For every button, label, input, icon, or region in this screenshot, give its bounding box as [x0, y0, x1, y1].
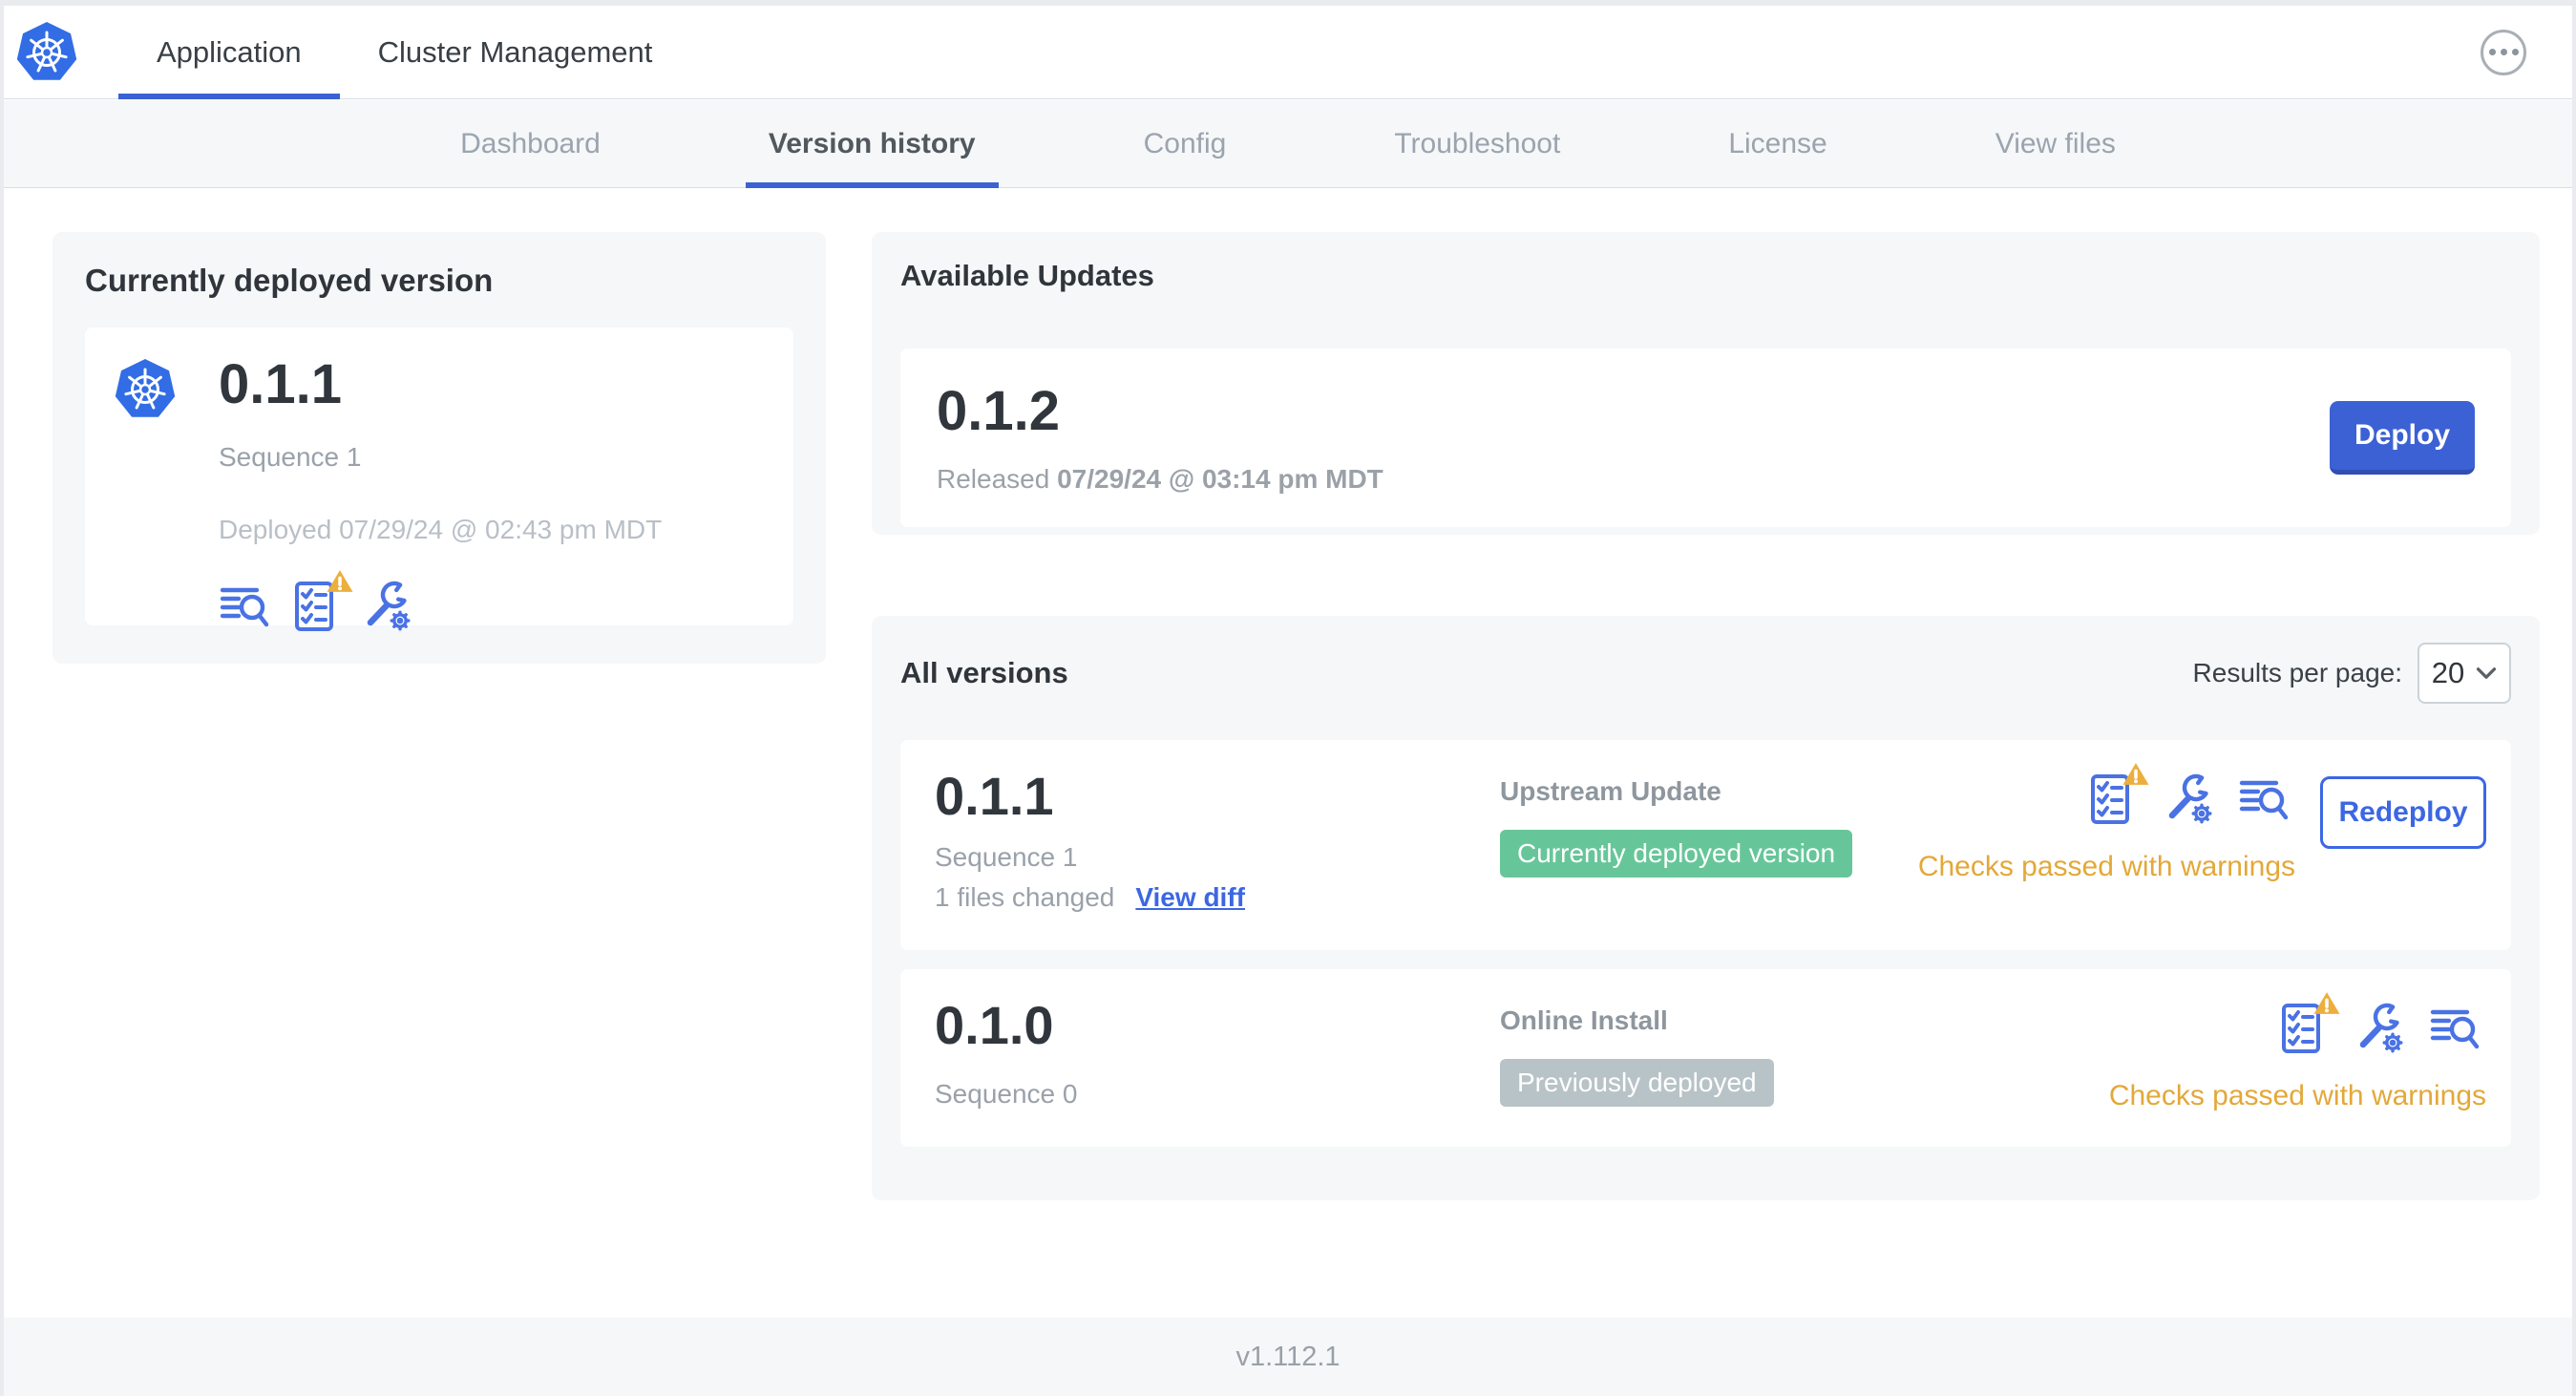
tab-application[interactable]: Application — [118, 6, 340, 99]
console-version: v1.112.1 — [1235, 1341, 1341, 1372]
tab-license[interactable]: License — [1705, 100, 1849, 187]
files-changed-text: 1 files changed — [935, 881, 1115, 912]
view-files-icon[interactable] — [2429, 1002, 2482, 1055]
version-actions: Checks passed with warnings Redeploy — [1918, 761, 2486, 883]
released-prefix: Released — [937, 464, 1050, 495]
warning-triangle-icon — [2312, 990, 2341, 1016]
ellipsis-icon — [2488, 49, 2496, 55]
warning-triangle-icon — [326, 568, 354, 594]
chevron-down-icon — [2477, 667, 2497, 679]
currently-deployed-card: 0.1.1 Sequence 1 Deployed 07/29/24 @ 02:… — [85, 328, 793, 625]
tab-view-files[interactable]: View files — [1973, 100, 2139, 187]
version-source: Upstream Update Currently deployed versi… — [1500, 776, 1853, 878]
footer: v1.112.1 — [4, 1318, 2572, 1396]
tab-version-history[interactable]: Version history — [745, 100, 999, 188]
admin-console-page: Application Cluster Management Dashboard… — [4, 6, 2572, 1396]
deployed-status-badge: Currently deployed version — [1500, 830, 1853, 878]
preflight-status-link[interactable]: Checks passed with warnings — [2109, 1080, 2486, 1112]
currently-deployed-panel: Currently deployed version 0.1.1 Sequenc… — [53, 232, 826, 664]
update-version-number: 0.1.2 — [937, 379, 1060, 442]
row-sequence: Sequence 0 — [935, 1078, 1078, 1109]
preflight-status-link[interactable]: Checks passed with warnings — [1918, 851, 2295, 883]
row-version-number: 0.1.1 — [935, 766, 1054, 826]
view-diff-link[interactable]: View diff — [1135, 882, 1245, 913]
tab-troubleshoot[interactable]: Troubleshoot — [1371, 100, 1583, 187]
available-updates-panel: Available Updates 0.1.2 Released 07/29/2… — [872, 232, 2540, 535]
row-version-number: 0.1.0 — [935, 995, 1054, 1055]
deploy-button[interactable]: Deploy — [2330, 401, 2475, 475]
all-versions-panel: All versions Results per page: 20 0.1.1 … — [872, 616, 2540, 1200]
redeploy-button[interactable]: Redeploy — [2320, 776, 2486, 849]
app-subnav: Dashboard Version history Config Trouble… — [4, 100, 2572, 188]
version-row: 0.1.0 Sequence 0 Online Install Previous… — [900, 969, 2511, 1147]
edit-config-icon[interactable] — [2162, 772, 2215, 826]
results-per-page-select[interactable]: 20 — [2418, 643, 2511, 704]
deployed-timestamp: Deployed 07/29/24 @ 02:43 pm MDT — [219, 514, 663, 544]
results-per-page-value: 20 — [2431, 656, 2465, 689]
tab-config[interactable]: Config — [1121, 100, 1250, 187]
update-released-line: Released 07/29/24 @ 03:14 pm MDT — [937, 464, 1383, 495]
preflight-checks-icon[interactable] — [2085, 761, 2150, 826]
deployed-status-badge: Previously deployed — [1500, 1059, 1774, 1107]
deployed-version-number: 0.1.1 — [219, 353, 342, 415]
view-files-icon[interactable] — [2238, 772, 2291, 826]
available-updates-title: Available Updates — [900, 259, 1154, 292]
update-card: 0.1.2 Released 07/29/24 @ 03:14 pm MDT D… — [900, 349, 2511, 527]
all-versions-header: All versions Results per page: 20 — [900, 643, 2511, 704]
deployed-sequence: Sequence 1 — [219, 441, 362, 472]
top-bar: Application Cluster Management — [4, 6, 2572, 99]
view-files-icon[interactable] — [219, 580, 272, 633]
kubernetes-logo-icon — [114, 358, 177, 419]
version-source: Online Install Previously deployed — [1500, 1005, 1774, 1107]
preflight-checks-icon[interactable] — [289, 568, 354, 633]
released-date: 07/29/24 @ 03:14 pm MDT — [1057, 464, 1383, 495]
kubernetes-logo-icon — [15, 20, 78, 81]
source-label: Upstream Update — [1500, 776, 1721, 806]
row-sequence: Sequence 1 — [935, 841, 1078, 872]
edit-config-icon[interactable] — [360, 580, 413, 633]
deployed-actions — [219, 568, 662, 633]
version-info: 0.1.1 Sequence 1 1 files changed View di… — [935, 766, 1245, 913]
currently-deployed-title: Currently deployed version — [85, 263, 494, 298]
results-per-page-label: Results per page: — [2192, 658, 2402, 687]
preflight-checks-icon[interactable] — [2276, 990, 2341, 1055]
version-row: 0.1.1 Sequence 1 1 files changed View di… — [900, 740, 2511, 950]
top-tabs: Application Cluster Management — [118, 6, 691, 99]
edit-config-icon[interactable] — [2353, 1002, 2406, 1055]
overflow-menu-button[interactable] — [2481, 29, 2526, 75]
results-per-page: Results per page: 20 — [2193, 643, 2511, 704]
all-versions-title: All versions — [900, 656, 1068, 689]
tab-cluster-management[interactable]: Cluster Management — [340, 6, 691, 98]
version-info: 0.1.0 Sequence 0 — [935, 995, 1078, 1110]
warning-triangle-icon — [2122, 761, 2150, 787]
tab-dashboard[interactable]: Dashboard — [437, 100, 623, 187]
version-actions: Checks passed with warnings — [2109, 990, 2486, 1112]
source-label: Online Install — [1500, 1005, 1668, 1035]
